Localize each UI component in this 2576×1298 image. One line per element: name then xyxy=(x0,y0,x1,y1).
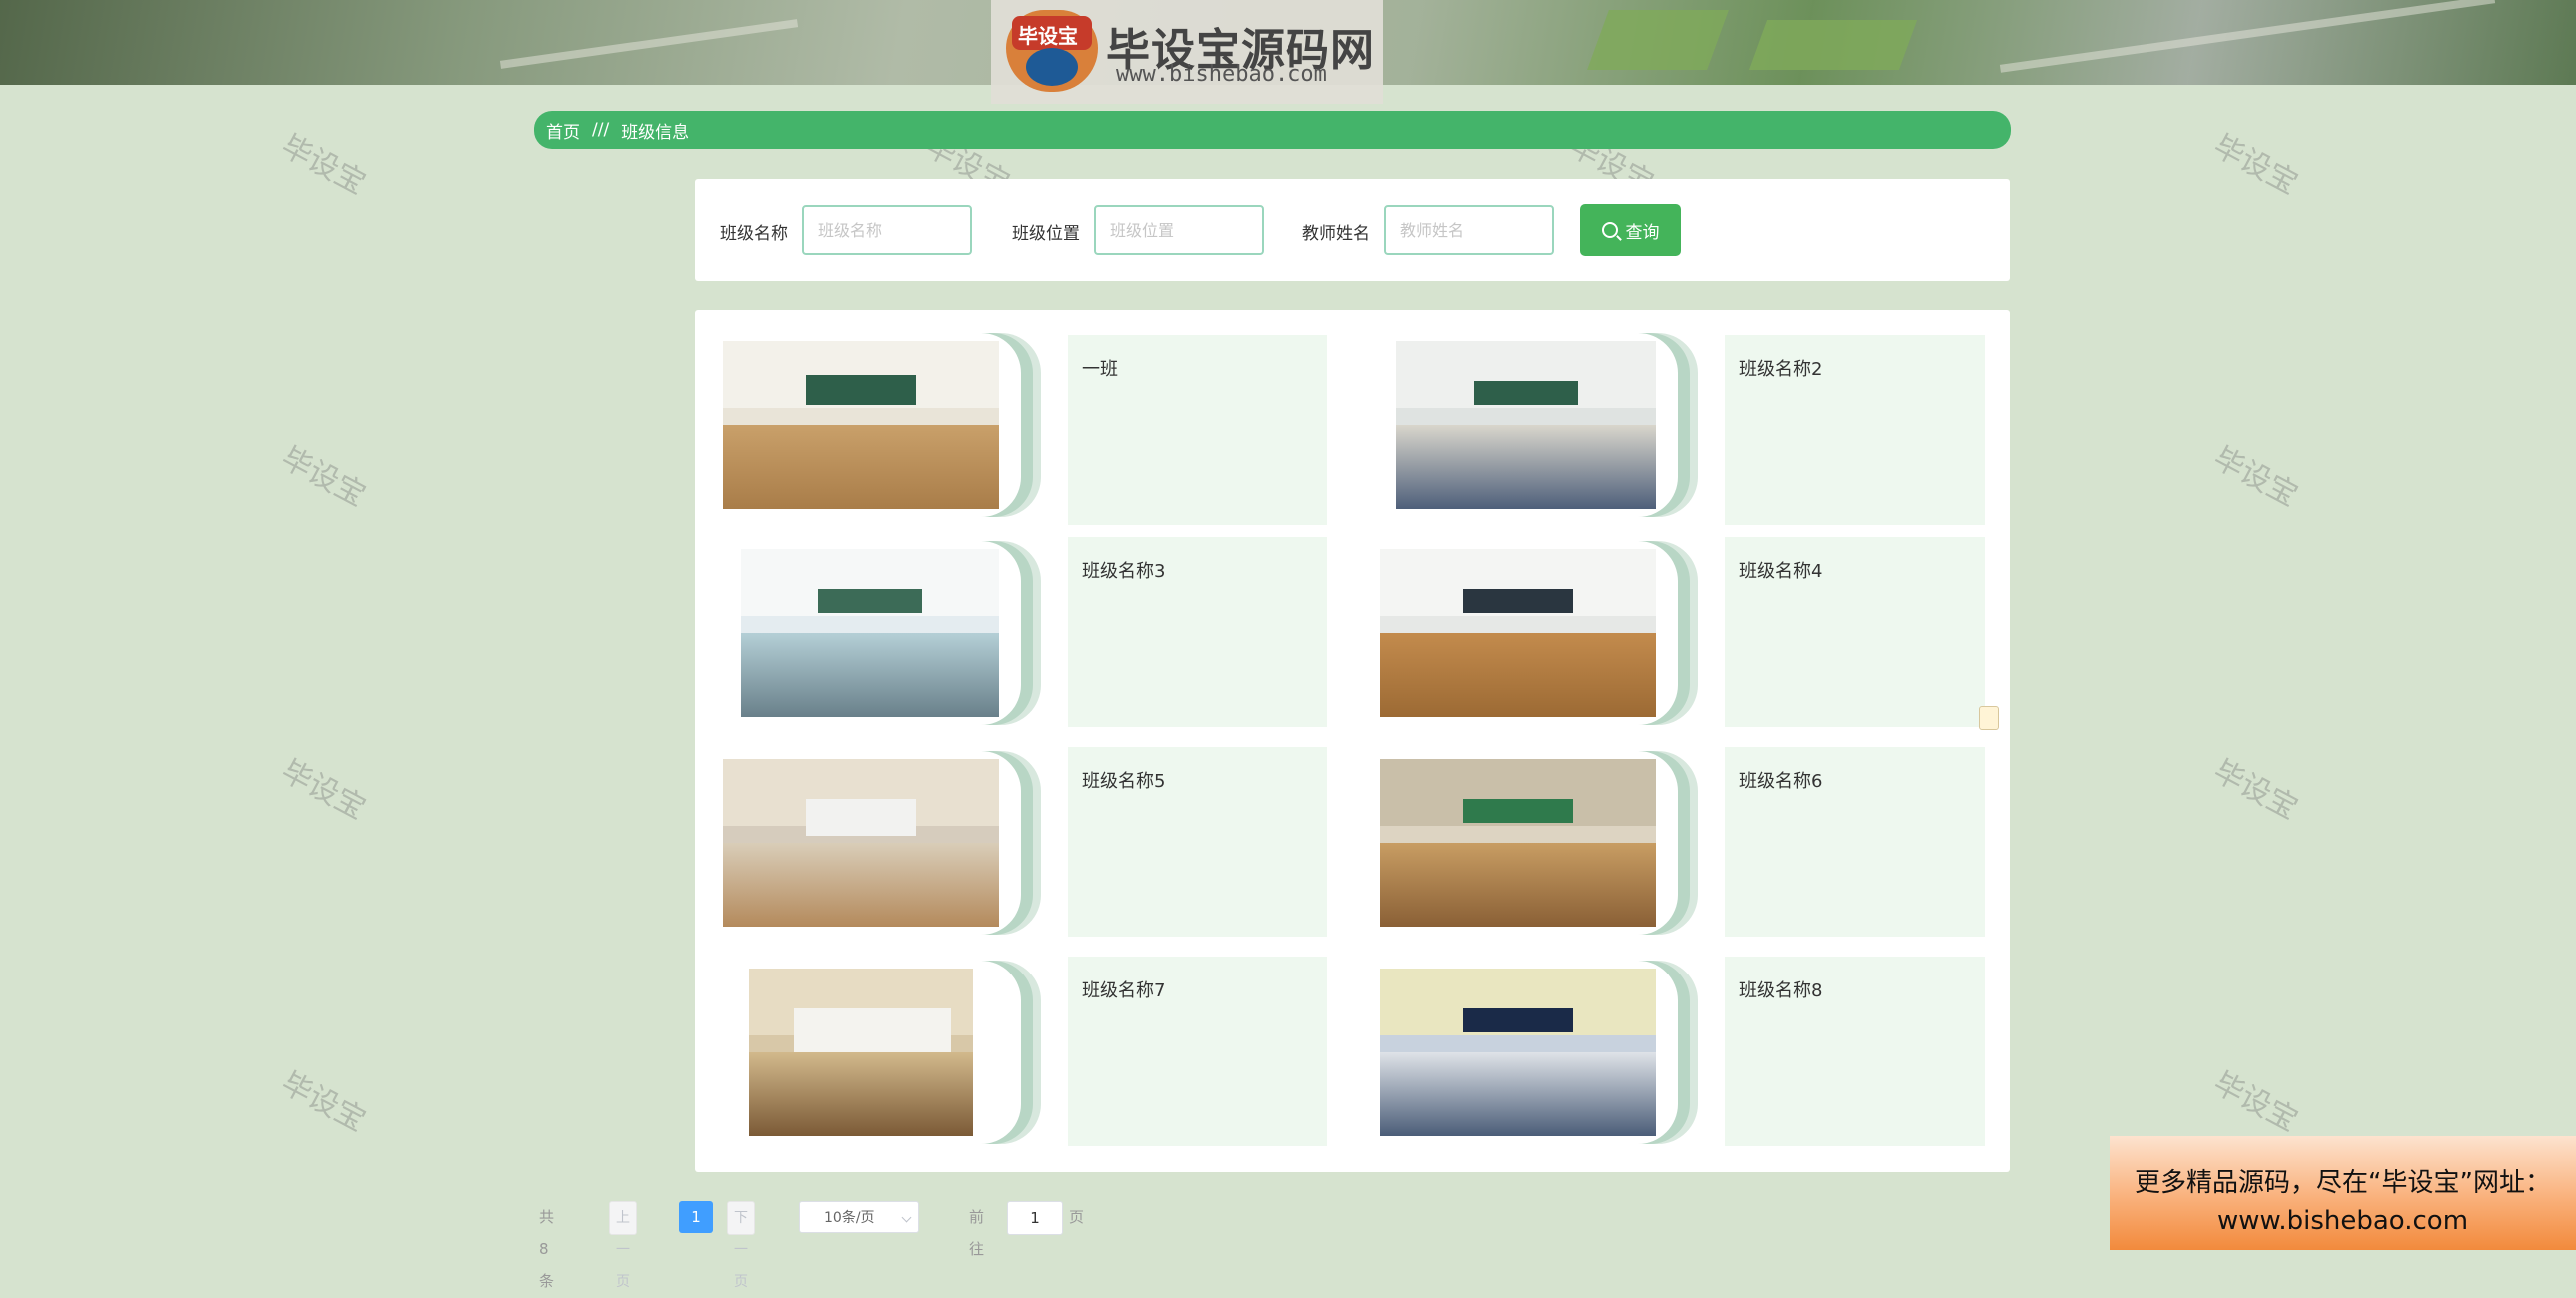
logo-badge-text: 毕设宝 xyxy=(1018,24,1078,48)
class-name[interactable]: 班级名称8 xyxy=(1725,957,1985,1146)
class-image[interactable] xyxy=(721,541,1021,725)
class-name-input[interactable] xyxy=(802,205,972,255)
class-name[interactable]: 班级名称5 xyxy=(1068,747,1327,937)
class-image[interactable] xyxy=(721,751,1021,935)
class-name[interactable]: 一班 xyxy=(1068,335,1327,525)
watermark: 毕设宝 xyxy=(2207,440,2304,514)
watermark: 毕设宝 xyxy=(2207,753,2304,827)
teacher-name-label: 教师姓名 xyxy=(1302,224,1370,244)
class-location-label: 班级位置 xyxy=(1012,224,1080,244)
teacher-name-input[interactable] xyxy=(1384,205,1554,255)
query-button[interactable]: 查询 xyxy=(1580,204,1681,256)
watermark: 毕设宝 xyxy=(2207,1065,2304,1139)
class-name[interactable]: 班级名称2 xyxy=(1725,335,1985,525)
class-image[interactable] xyxy=(1378,961,1678,1144)
goto-label: 前往 xyxy=(969,1208,985,1258)
page-number-1[interactable]: 1 xyxy=(679,1201,713,1233)
class-location-input[interactable] xyxy=(1094,205,1264,255)
goto-page-input[interactable]: 1 xyxy=(1007,1201,1063,1235)
logo-url: www.bishebao.com xyxy=(1116,62,1327,87)
page-size-value: 10条/页 xyxy=(824,1210,875,1226)
class-image[interactable] xyxy=(1378,751,1678,935)
class-image[interactable] xyxy=(721,961,1021,1144)
search-panel: 班级名称 班级位置 教师姓名 查询 xyxy=(695,179,2010,281)
watermark: 毕设宝 xyxy=(2207,128,2304,202)
breadcrumb-separator: /// xyxy=(592,120,610,140)
class-list-panel: 一班 班级名称2 班级名称3 班级名称4 班级名称5 班级名称6 班级名称7 班… xyxy=(695,310,2010,1172)
hand-cursor-icon xyxy=(1979,706,1999,730)
promo-banner[interactable]: 更多精品源码，尽在“毕设宝”网址： www.bishebao.com xyxy=(2110,1136,2576,1250)
class-name[interactable]: 班级名称3 xyxy=(1068,537,1327,727)
page-size-select[interactable]: 10条/页 xyxy=(799,1201,919,1233)
breadcrumb: 首页 /// 班级信息 xyxy=(534,111,2011,149)
watermark: 毕设宝 xyxy=(275,753,372,827)
promo-line-2: www.bishebao.com xyxy=(2216,1206,2469,1236)
promo-line-1: 更多精品源码，尽在“毕设宝”网址： xyxy=(2135,1168,2551,1198)
class-name[interactable]: 班级名称7 xyxy=(1068,957,1327,1146)
query-button-label: 查询 xyxy=(1625,222,1660,243)
prev-page-button[interactable]: 上一页 xyxy=(609,1201,637,1290)
class-name[interactable]: 班级名称4 xyxy=(1725,537,1985,727)
class-image[interactable] xyxy=(1378,333,1678,517)
pagination-total: 共 8 条 xyxy=(539,1208,555,1290)
class-image[interactable] xyxy=(721,333,1021,517)
class-name-label: 班级名称 xyxy=(720,224,788,244)
class-name[interactable]: 班级名称6 xyxy=(1725,747,1985,937)
class-image[interactable] xyxy=(1378,541,1678,725)
chevron-down-icon xyxy=(901,1212,912,1223)
search-icon xyxy=(1601,222,1618,238)
watermark: 毕设宝 xyxy=(275,440,372,514)
logo-mascot-icon: 毕设宝 xyxy=(1006,10,1098,92)
site-logo[interactable]: 毕设宝 毕设宝源码网 www.bishebao.com xyxy=(991,0,1383,104)
next-page-button[interactable]: 下一页 xyxy=(727,1201,755,1290)
page-unit-label: 页 xyxy=(1069,1208,1085,1226)
watermark: 毕设宝 xyxy=(275,1065,372,1139)
breadcrumb-current: 班级信息 xyxy=(621,122,690,143)
watermark: 毕设宝 xyxy=(275,128,372,202)
breadcrumb-home[interactable]: 首页 xyxy=(546,118,580,143)
